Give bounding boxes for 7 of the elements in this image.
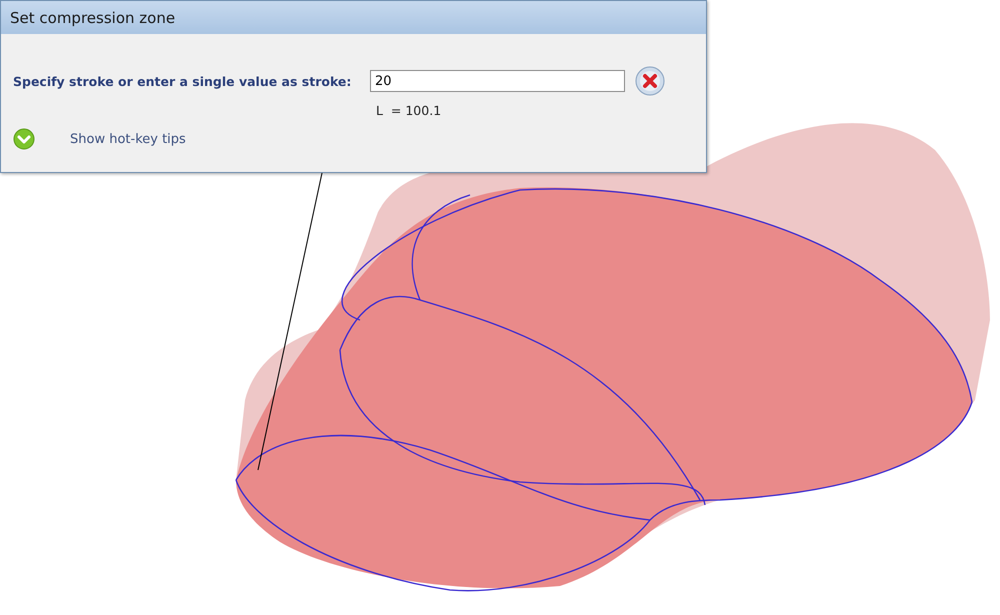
stroke-prompt: Specify stroke or enter a single value as stroke: (13, 74, 352, 88)
hotkey-tips-link[interactable]: Show hot-key tips (70, 132, 186, 146)
stroke-input-field[interactable]: 20 (370, 70, 625, 92)
length-reading: L = 100.1 (376, 103, 442, 118)
dialog-title: Set compression zone (10, 8, 176, 26)
expand-chevron-icon[interactable] (13, 128, 35, 150)
cancel-icon[interactable] (635, 66, 665, 96)
